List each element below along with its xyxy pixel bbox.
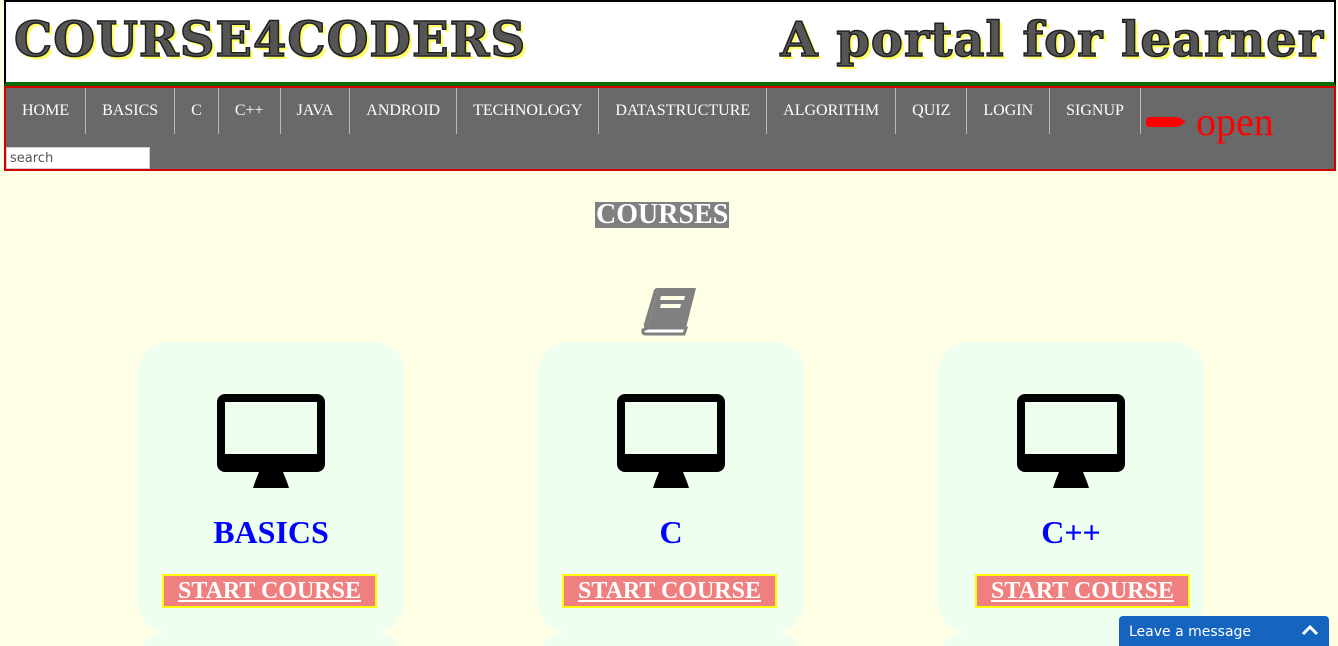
pencil-icon bbox=[1146, 115, 1186, 129]
nav-item-technology[interactable]: TECHNOLOGY bbox=[457, 88, 600, 134]
course-title: C bbox=[659, 514, 683, 550]
course-card-cpp: C++ START COURSE bbox=[938, 342, 1204, 632]
start-course-button[interactable]: START COURSE bbox=[975, 574, 1190, 608]
chat-label: Leave a message bbox=[1129, 624, 1252, 640]
nav-item-quiz[interactable]: QUIZ bbox=[896, 88, 968, 134]
start-course-button[interactable]: START COURSE bbox=[162, 574, 377, 608]
nav-item-datastructure[interactable]: DATASTRUCTURE bbox=[599, 88, 768, 134]
nav-menu: HOME BASICS C C++ JAVA ANDROID TECHNOLOG… bbox=[6, 88, 1141, 134]
course-card-c: C START COURSE bbox=[538, 342, 804, 632]
chevron-up-icon[interactable] bbox=[1301, 624, 1319, 636]
open-label: open bbox=[1196, 99, 1274, 144]
nav-item-login[interactable]: LOGIN bbox=[967, 88, 1051, 134]
nav-item-c[interactable]: C bbox=[175, 88, 219, 134]
open-menu-button[interactable]: open bbox=[1146, 98, 1274, 145]
site-header: COURSE4CODERS A portal for learner bbox=[4, 0, 1336, 86]
nav-item-home[interactable]: HOME bbox=[6, 88, 87, 134]
nav-item-signup[interactable]: SIGNUP bbox=[1050, 88, 1141, 134]
monitor-icon bbox=[1017, 394, 1125, 488]
course-card-next bbox=[138, 632, 404, 646]
nav-item-java[interactable]: JAVA bbox=[281, 88, 351, 134]
nav-item-basics[interactable]: BASICS bbox=[86, 88, 176, 134]
nav-item-algorithm[interactable]: ALGORITHM bbox=[767, 88, 897, 134]
site-logo[interactable]: COURSE4CODERS bbox=[13, 11, 526, 69]
page-title: COURSES bbox=[595, 199, 730, 230]
course-card-next bbox=[538, 632, 804, 646]
site-tagline: A portal for learner bbox=[780, 11, 1324, 69]
monitor-icon bbox=[617, 394, 725, 488]
main-nav: HOME BASICS C C++ JAVA ANDROID TECHNOLOG… bbox=[4, 86, 1336, 171]
leave-message-widget[interactable]: Leave a message bbox=[1119, 616, 1329, 646]
book-icon bbox=[641, 288, 696, 336]
start-course-button[interactable]: START COURSE bbox=[562, 574, 777, 608]
course-card-basics: BASICS START COURSE bbox=[138, 342, 404, 632]
monitor-icon bbox=[217, 394, 325, 488]
nav-item-cpp[interactable]: C++ bbox=[219, 88, 281, 134]
course-title: C++ bbox=[1041, 514, 1101, 550]
course-title: BASICS bbox=[213, 514, 329, 550]
search-input[interactable] bbox=[6, 147, 150, 169]
nav-item-android[interactable]: ANDROID bbox=[350, 88, 458, 134]
